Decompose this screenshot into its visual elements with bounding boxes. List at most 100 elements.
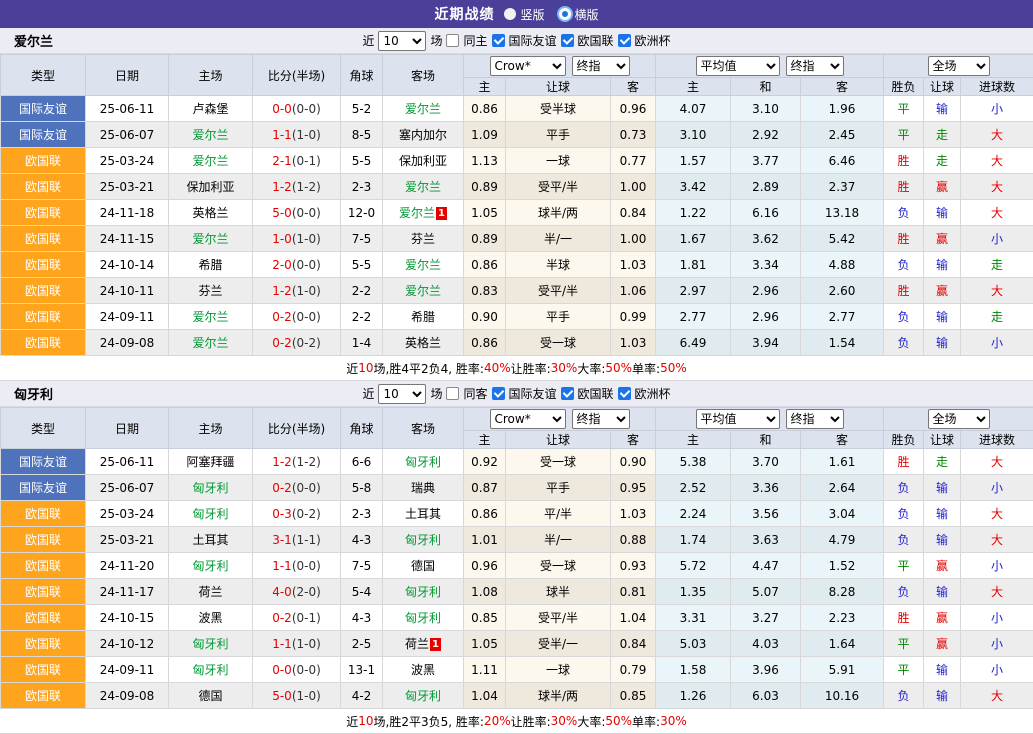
league-badge: 欧国联 — [1, 252, 86, 278]
avg-away-odds: 6.46 — [801, 148, 884, 174]
bookmaker-select[interactable]: Crow* — [490, 56, 566, 76]
avg-away-odds: 2.64 — [801, 475, 884, 501]
radio-horizontal-layout[interactable]: 横版 — [559, 6, 599, 23]
avg-draw-odds: 3.77 — [731, 148, 801, 174]
home-team: 匈牙利 — [169, 631, 253, 657]
average-select[interactable]: 平均值 — [696, 409, 780, 429]
avg-away-odds: 5.42 — [801, 226, 884, 252]
result-goals: 大 — [961, 278, 1033, 304]
home-team: 匈牙利 — [169, 553, 253, 579]
league-filter-checkbox[interactable] — [561, 34, 574, 47]
home-team-name: 英格兰 — [192, 206, 228, 220]
result-goals: 小 — [961, 553, 1033, 579]
recent-count-select[interactable]: 10 — [378, 31, 426, 51]
corner-score: 2-2 — [341, 304, 383, 330]
league-filter-checkbox[interactable] — [618, 34, 631, 47]
league-filter-checkbox[interactable] — [492, 34, 505, 47]
league-filter-checkbox[interactable] — [618, 387, 631, 400]
same-side-checkbox[interactable] — [446, 387, 459, 400]
odds-home: 0.86 — [464, 501, 506, 527]
full-match-select[interactable]: 全场 — [928, 56, 990, 76]
result-win-loss: 负 — [884, 330, 924, 356]
league-filter-checkbox[interactable] — [492, 387, 505, 400]
league-badge: 欧国联 — [1, 527, 86, 553]
column-header: 类型 — [1, 55, 86, 96]
handicap-line: 半球 — [506, 252, 611, 278]
summary-part: 单率: — [632, 360, 660, 377]
avg-home-odds: 2.52 — [656, 475, 731, 501]
home-team: 卢森堡 — [169, 96, 253, 122]
odds-away: 1.03 — [611, 252, 656, 278]
away-team: 匈牙利 — [383, 605, 464, 631]
corner-score: 2-2 — [341, 278, 383, 304]
league-badge: 欧国联 — [1, 148, 86, 174]
odds-away: 0.99 — [611, 304, 656, 330]
sub-column-header: 和 — [731, 78, 801, 96]
half-time-score: (0-1) — [292, 611, 321, 625]
handicap-line: 受平/半 — [506, 278, 611, 304]
section-team-name: 爱尔兰 — [14, 31, 53, 50]
final-index-select[interactable]: 终指 — [572, 56, 630, 76]
summary-part: 让胜率: — [511, 713, 551, 730]
sub-column-header: 让球 — [924, 431, 961, 449]
match-row: 欧国联24-11-20匈牙利1-1(0-0)7-5德国0.96受一球0.935.… — [1, 553, 1033, 579]
result-handicap: 赢 — [924, 553, 961, 579]
summary-part: 近 — [346, 360, 358, 377]
league-filter-checkbox[interactable] — [561, 387, 574, 400]
handicap-line: 平/半 — [506, 501, 611, 527]
half-time-score: (0-0) — [292, 559, 321, 573]
match-row: 国际友谊25-06-07匈牙利0-2(0-0)5-8瑞典0.87平手0.952.… — [1, 475, 1033, 501]
same-side-checkbox[interactable] — [446, 34, 459, 47]
league-filter-label: 国际友谊 — [509, 385, 557, 402]
league-badge: 欧国联 — [1, 330, 86, 356]
match-date: 24-10-11 — [86, 278, 169, 304]
avg-home-odds: 5.03 — [656, 631, 731, 657]
result-win-loss: 负 — [884, 683, 924, 709]
half-time-score: (0-1) — [292, 154, 321, 168]
odds-home: 0.87 — [464, 475, 506, 501]
recent-count-select[interactable]: 10 — [378, 384, 426, 404]
match-row: 欧国联24-10-14希腊2-0(0-0)5-5爱尔兰0.86半球1.031.8… — [1, 252, 1033, 278]
odds-away: 1.03 — [611, 330, 656, 356]
handicap-line: 球半 — [506, 579, 611, 605]
radio-vertical-layout[interactable]: 竖版 — [504, 6, 544, 23]
half-time-score: (0-0) — [292, 310, 321, 324]
result-win-loss: 胜 — [884, 148, 924, 174]
odds-home: 0.90 — [464, 304, 506, 330]
final-index-select[interactable]: 终指 — [786, 409, 844, 429]
half-time-score: (0-0) — [292, 206, 321, 220]
sub-column-header: 胜负 — [884, 431, 924, 449]
radio-selected-icon[interactable] — [559, 8, 571, 20]
result-goals: 小 — [961, 226, 1033, 252]
match-row: 欧国联25-03-21保加利亚1-2(1-2)2-3爱尔兰0.89受平/半1.0… — [1, 174, 1033, 200]
full-match-select[interactable]: 全场 — [928, 409, 990, 429]
result-handicap: 输 — [924, 200, 961, 226]
sub-column-header: 进球数 — [961, 431, 1033, 449]
bookmaker-select[interactable]: Crow* — [490, 409, 566, 429]
away-team-name: 匈牙利 — [405, 585, 441, 599]
result-goals: 小 — [961, 657, 1033, 683]
page-title: 近期战绩 — [434, 4, 494, 24]
match-row: 欧国联24-09-11匈牙利0-0(0-0)13-1波黑1.11一球0.791.… — [1, 657, 1033, 683]
near-label: 近 — [362, 385, 374, 402]
league-badge: 国际友谊 — [1, 122, 86, 148]
radio-unselected-icon[interactable] — [504, 8, 516, 20]
half-time-score: (1-2) — [292, 455, 321, 469]
odds-away: 1.00 — [611, 174, 656, 200]
odds-home: 1.05 — [464, 631, 506, 657]
summary-part: 10 — [358, 714, 373, 728]
result-win-loss: 胜 — [884, 174, 924, 200]
full-time-score: 0-2 — [272, 310, 292, 324]
final-index-select[interactable]: 终指 — [572, 409, 630, 429]
odds-home: 1.13 — [464, 148, 506, 174]
sections: 爱尔兰近10场同主国际友谊欧国联欧洲杯类型日期主场比分(半场)角球客场Crow*… — [0, 28, 1033, 734]
average-select[interactable]: 平均值 — [696, 56, 780, 76]
sub-column-header: 主 — [656, 78, 731, 96]
home-team-name: 匈牙利 — [192, 481, 228, 495]
odds-home: 1.08 — [464, 579, 506, 605]
final-index-select[interactable]: 终指 — [786, 56, 844, 76]
sub-column-header: 主 — [656, 431, 731, 449]
handicap-line: 受一球 — [506, 553, 611, 579]
sub-column-header: 胜负 — [884, 78, 924, 96]
home-team: 保加利亚 — [169, 174, 253, 200]
